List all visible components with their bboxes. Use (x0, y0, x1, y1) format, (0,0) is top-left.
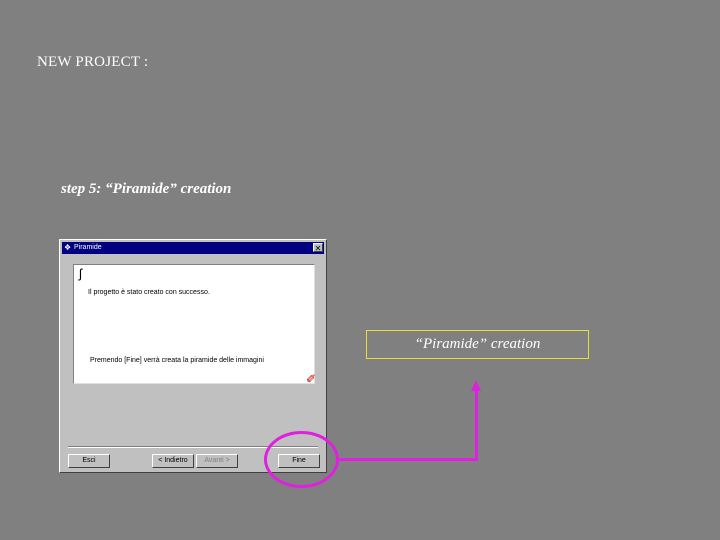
finish-highlight (264, 431, 339, 488)
cursor-icon: ✐ (306, 372, 317, 386)
close-button[interactable]: ✕ (313, 243, 323, 253)
hint-text: Premendo [Fine] verrà creata la piramide… (90, 357, 264, 364)
dialog-title: Piramide (74, 244, 102, 251)
back-button[interactable]: < Indietro (152, 454, 194, 468)
close-icon: ✕ (314, 244, 322, 253)
slide: { "slide": { "title": "NEW PROJECT :", "… (0, 0, 720, 540)
slide-title: NEW PROJECT : (37, 54, 149, 70)
info-text: Il progetto è stato creato con successo. (88, 289, 210, 296)
dialog-titlebar[interactable]: ❖ Piramide ✕ (62, 242, 324, 254)
arrow-vertical (475, 390, 478, 461)
app-icon: ❖ (64, 243, 72, 252)
arrow-head-icon (471, 380, 481, 391)
exit-button[interactable]: Esci (68, 454, 110, 468)
wizard-icon: ʃ (79, 266, 82, 281)
content-panel: ʃ Il progetto è stato creato con success… (73, 264, 317, 386)
arrow-horizontal (339, 458, 478, 461)
step-caption: step 5: “Piramide” creation (61, 181, 232, 197)
callout-box: “Piramide” creation (366, 330, 589, 359)
next-button[interactable]: Avanti > (196, 454, 238, 468)
